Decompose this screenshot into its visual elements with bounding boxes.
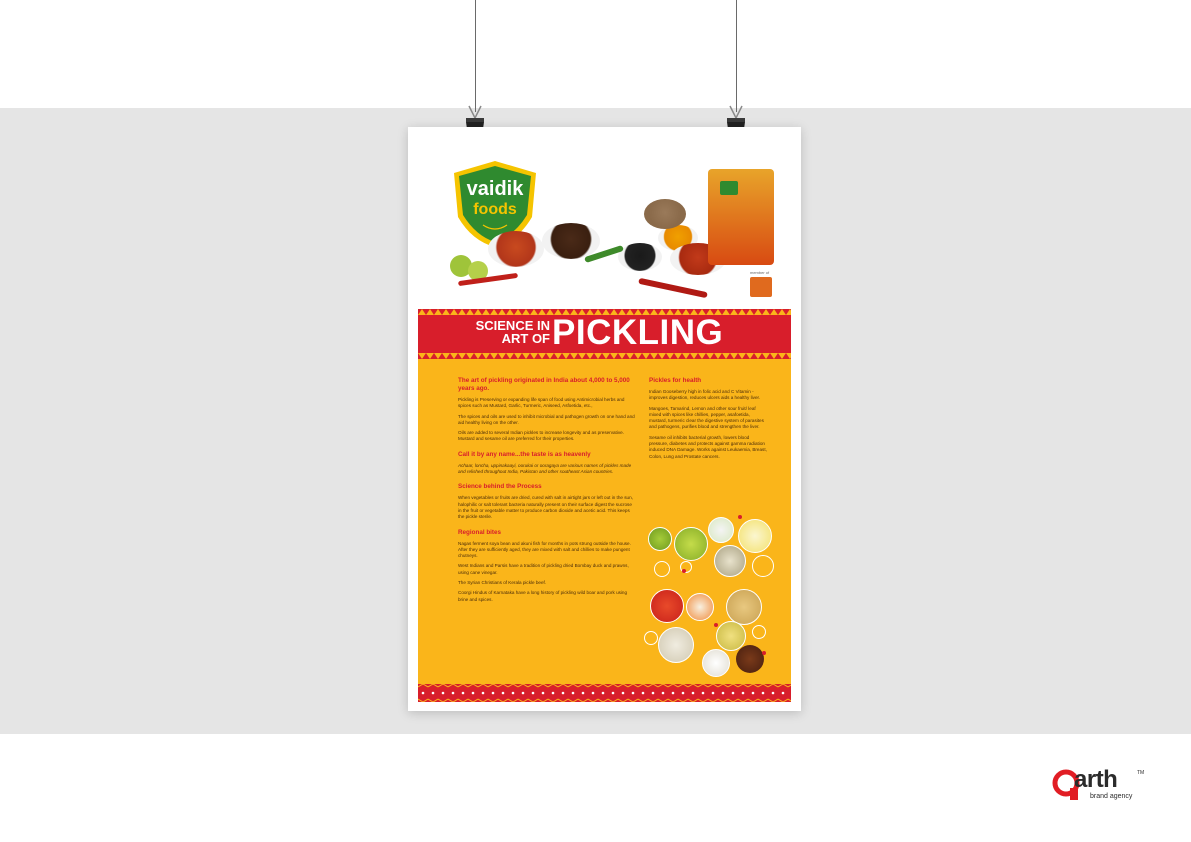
paragraph: The spices and oils are used to inhibit …	[458, 413, 635, 425]
hanging-wire-right	[736, 0, 737, 112]
left-column: The art of pickling originated in India …	[458, 377, 636, 607]
headline-big: PICKLING	[552, 313, 724, 352]
headline-small: SCIENCE IN ART OF	[475, 318, 550, 346]
footer-band	[418, 684, 791, 702]
paragraph: Coorgi Hindus of Karnataka have a long h…	[458, 590, 628, 602]
agency-tagline: brand agency	[1090, 793, 1133, 800]
paragraph: The Syrian Christians of Kerala pickle b…	[458, 580, 547, 586]
right-column: Pickles for health Indian Gooseberry hig…	[649, 377, 767, 464]
paragraph: Sesame oil inhibits bacterial growth, lo…	[649, 434, 767, 459]
spice-bowl-icon	[542, 223, 600, 259]
section-heading: The art of pickling originated in India …	[458, 377, 630, 392]
ingredient-circle-icon	[736, 645, 764, 673]
paragraph: Nagas ferment soya bean and akuni fish f…	[458, 540, 631, 559]
spice-bowl-icon	[618, 243, 662, 271]
paragraph: West Indians and Parsis have a tradition…	[458, 563, 629, 575]
decorative-dot	[738, 515, 742, 519]
ingredient-circle-icon	[738, 519, 772, 553]
paragraph: When vegetables or fruits are dried, cur…	[458, 495, 633, 520]
paragraph: Oils are added to several Indian pickles…	[458, 430, 624, 442]
decorative-ring	[654, 561, 670, 577]
decorative-dot	[714, 623, 718, 627]
decorative-ring	[752, 625, 766, 639]
ingredient-circle-icon	[686, 593, 714, 621]
ingredient-circle-icon	[708, 517, 734, 543]
decorative-dot	[762, 651, 766, 655]
paragraph: Mangoes, Tamarind, Lemon and other sour …	[649, 405, 764, 430]
paragraph: Pickling is Preserving or expanding life…	[458, 397, 625, 409]
footer-pattern	[418, 684, 791, 702]
ingredient-circle-icon	[650, 589, 684, 623]
section-heading: Call it by any name...the taste is as he…	[458, 450, 591, 458]
paragraph: Indian Gooseberry high in folic acid and…	[649, 389, 761, 401]
member-badge-icon	[750, 277, 772, 297]
ingredient-circle-icon	[714, 545, 746, 577]
section-heading: Regional bites	[458, 528, 502, 536]
pickling-poster: vaidik foods member of SCIENCE IN ART OF…	[408, 127, 801, 711]
svg-text:foods: foods	[473, 201, 517, 218]
hanging-wire-left	[475, 0, 476, 112]
agency-name: arth	[1074, 766, 1118, 793]
ingredient-circle-icon	[702, 649, 730, 677]
agency-tm: TM	[1137, 770, 1145, 776]
mortar-icon	[644, 199, 686, 229]
pickle-pack-icon	[708, 169, 774, 265]
decorative-dot	[682, 569, 686, 573]
pack-logo-icon	[720, 181, 738, 195]
headline-band: SCIENCE IN ART OF PICKLING	[418, 309, 791, 359]
member-label: member of	[750, 270, 770, 275]
paragraph: Achaar, loncha, uppinakaayi, oorukai or …	[458, 462, 632, 475]
decorative-ring	[644, 631, 658, 645]
ingredient-circle-icon	[726, 589, 762, 625]
poster-body: The art of pickling originated in India …	[418, 359, 791, 684]
svg-text:vaidik: vaidik	[467, 178, 525, 200]
ingredient-circle-icon	[648, 527, 672, 551]
decorative-ring	[752, 555, 774, 577]
ingredient-circle-icon	[658, 627, 694, 663]
red-chilli-icon	[638, 277, 708, 299]
ingredient-circle-icon	[674, 527, 708, 561]
section-heading: Pickles for health	[649, 377, 702, 384]
spice-bowl-icon	[488, 231, 544, 267]
section-heading: Science behind the Process	[458, 483, 542, 491]
